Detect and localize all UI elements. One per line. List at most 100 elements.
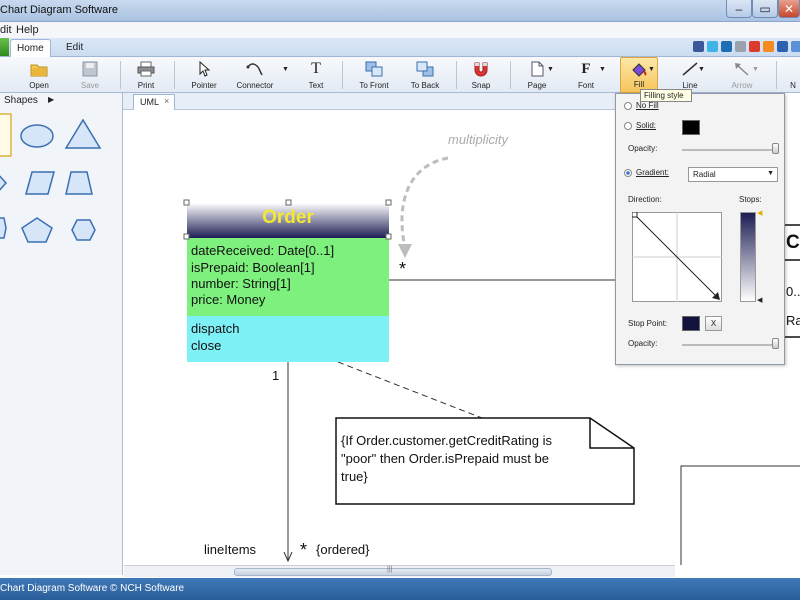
bottom-stop-marker-icon[interactable]: ◀ xyxy=(757,296,762,304)
remove-stop-button[interactable]: X xyxy=(705,316,722,331)
ordered-label: {ordered} xyxy=(316,542,370,557)
shape-pentagon[interactable] xyxy=(21,217,53,243)
help-icon[interactable] xyxy=(791,41,800,52)
shape-parallelogram[interactable] xyxy=(25,171,55,195)
attribute-date-received: dateReceived: Date[0..1] xyxy=(191,243,335,258)
shape-triangle[interactable] xyxy=(64,118,102,149)
save-button[interactable]: Save xyxy=(76,57,104,93)
stop-opacity-slider-thumb[interactable] xyxy=(772,338,779,349)
linkedin-icon[interactable] xyxy=(721,41,732,52)
shape-partial[interactable] xyxy=(0,217,7,239)
tab-edit[interactable]: Edit xyxy=(66,42,83,53)
stop-opacity-slider-track[interactable] xyxy=(682,344,778,346)
text-button[interactable]: T Text xyxy=(302,57,330,93)
open-button[interactable]: Open xyxy=(25,57,53,93)
scrollbar-thumb[interactable]: ||| xyxy=(234,566,552,576)
status-text: Chart Diagram Software © NCH Software xyxy=(0,583,185,594)
ribbon-tab-strip: Home Edit xyxy=(0,38,800,57)
ribbon-toolbar: Open Save Print Pointer Connector ▼ T Te… xyxy=(0,57,800,93)
digg-icon[interactable] xyxy=(749,41,760,52)
solid-color-swatch[interactable] xyxy=(682,120,700,135)
print-label: Print xyxy=(137,81,155,90)
font-button[interactable]: F Font xyxy=(572,57,600,93)
solid-label[interactable]: Solid: xyxy=(636,121,656,130)
stops-label: Stops: xyxy=(739,195,762,204)
menu-bar: dit Help xyxy=(0,22,800,38)
gradient-label[interactable]: Gradient: xyxy=(636,168,669,177)
to-back-label: To Back xyxy=(410,81,440,90)
constraint-line-3: true} xyxy=(341,469,368,484)
top-stop-marker-icon[interactable]: ◀ xyxy=(757,209,762,217)
fill-tooltip: Filling style xyxy=(640,89,692,102)
no-fill-label[interactable]: No Fill xyxy=(636,101,659,110)
attribute-is-prepaid: isPrepaid: Boolean[1] xyxy=(191,260,315,275)
to-front-button[interactable]: To Front xyxy=(352,57,396,93)
stop-point-color-swatch[interactable] xyxy=(682,316,700,331)
arrow-dropdown-arrow-icon[interactable]: ▼ xyxy=(752,66,759,73)
rss-icon[interactable] xyxy=(763,41,774,52)
customer-attr-partial-1: 0.. xyxy=(786,284,800,299)
snap-label: Snap xyxy=(471,81,491,90)
line-dropdown-arrow-icon[interactable]: ▼ xyxy=(698,66,705,73)
to-front-label: To Front xyxy=(359,81,389,90)
connector-button[interactable]: Connector xyxy=(232,57,278,93)
font-dropdown-arrow-icon[interactable]: ▼ xyxy=(599,66,606,73)
gradient-type-select[interactable]: Radial ▼ xyxy=(688,167,778,182)
shape-ellipse[interactable] xyxy=(20,124,54,148)
more-button[interactable]: N xyxy=(786,57,800,93)
menu-item-edit[interactable]: dit xyxy=(0,24,12,36)
arrow-label: Arrow xyxy=(731,81,753,90)
close-tab-icon[interactable]: × xyxy=(164,96,169,106)
customer-attr-partial-2: Ra xyxy=(786,313,800,328)
snap-button[interactable]: Snap xyxy=(467,57,495,93)
horizontal-scrollbar[interactable]: ||| xyxy=(124,565,675,577)
line-button[interactable]: Line xyxy=(676,57,704,93)
facebook-icon[interactable] xyxy=(693,41,704,52)
connector-dropdown-arrow-icon[interactable]: ▼ xyxy=(282,66,289,73)
gradient-radio[interactable] xyxy=(624,169,632,177)
shape-trapezoid[interactable] xyxy=(65,171,93,195)
arrow-button[interactable]: Arrow xyxy=(726,57,758,93)
shape-hexagon[interactable] xyxy=(71,219,96,241)
text-label: Text xyxy=(308,81,324,90)
twitter-icon[interactable] xyxy=(707,41,718,52)
solid-radio[interactable] xyxy=(624,122,632,130)
constraint-line-1: {If Order.customer.getCreditRating is xyxy=(341,433,552,448)
minimize-button[interactable]: – xyxy=(726,0,752,18)
fill-style-popup: No Fill Solid: Opacity: Gradient: Radial… xyxy=(615,93,785,365)
more-label: N xyxy=(790,81,796,90)
tab-uml[interactable]: UML × xyxy=(133,94,175,110)
stop-point-label: Stop Point: xyxy=(628,319,668,328)
page-dropdown-arrow-icon[interactable]: ▼ xyxy=(547,66,554,73)
partial-shape[interactable] xyxy=(680,465,800,565)
page-icon xyxy=(531,61,544,77)
menu-item-help[interactable]: Help xyxy=(16,24,39,36)
app-menu-button[interactable] xyxy=(0,38,9,56)
operation-dispatch: dispatch xyxy=(191,321,240,336)
share-icon[interactable] xyxy=(735,41,746,52)
tab-home[interactable]: Home xyxy=(10,39,51,57)
shape-rectangle[interactable] xyxy=(0,113,12,157)
close-window-button[interactable]: ✕ xyxy=(778,0,800,18)
multiplicity-one: 1 xyxy=(272,368,280,383)
opacity-slider-thumb[interactable] xyxy=(772,143,779,154)
multiplicity-star-top: * xyxy=(399,259,407,279)
line-items-label: lineItems xyxy=(204,542,257,557)
pointer-button[interactable]: Pointer xyxy=(186,57,222,93)
no-fill-radio[interactable] xyxy=(624,102,632,110)
direction-grid[interactable] xyxy=(632,212,722,302)
opacity-slider-track[interactable] xyxy=(682,149,778,151)
multiplicity-arrowhead xyxy=(398,244,412,258)
fill-button[interactable]: Fill xyxy=(620,57,658,93)
fill-dropdown-arrow-icon[interactable]: ▼ xyxy=(648,66,655,73)
gradient-stops-bar[interactable] xyxy=(740,212,756,302)
shape-arrow-right[interactable] xyxy=(0,172,8,194)
page-button[interactable]: Page xyxy=(522,57,552,93)
maximize-button[interactable]: ▭ xyxy=(752,0,778,18)
to-back-button[interactable]: To Back xyxy=(405,57,445,93)
delicious-icon[interactable] xyxy=(777,41,788,52)
save-label: Save xyxy=(80,81,100,90)
opacity-label: Opacity: xyxy=(628,144,658,153)
print-button[interactable]: Print xyxy=(132,57,160,93)
send-to-back-icon xyxy=(416,61,434,77)
